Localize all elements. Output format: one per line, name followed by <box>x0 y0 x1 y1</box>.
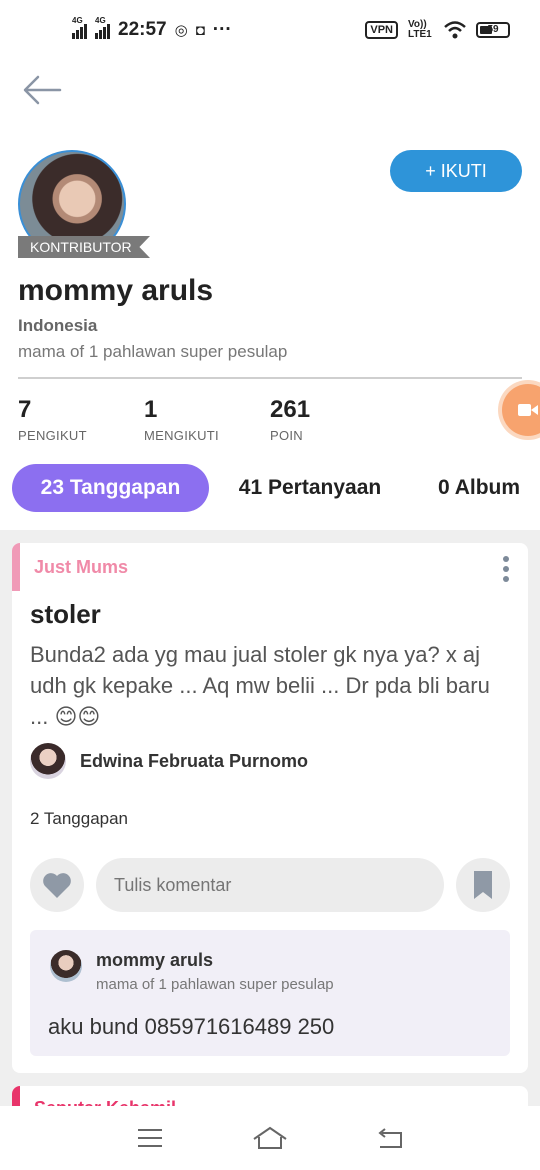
contributor-badge: KONTRIBUTOR <box>18 236 150 258</box>
profile-tabs: 23 Tanggapan 41 Pertanyaan 0 Album <box>0 464 540 516</box>
wifi-icon <box>444 21 466 39</box>
stat-following[interactable]: 1 MENGIKUTI <box>144 396 219 443</box>
stat-points: 261 POIN <box>270 396 310 443</box>
video-camera-icon <box>518 404 538 416</box>
stat-label: MENGIKUTI <box>144 428 219 443</box>
video-call-button[interactable] <box>502 384 540 436</box>
kebab-menu-icon <box>503 556 509 582</box>
back-nav-button[interactable] <box>370 1123 410 1153</box>
latest-reply[interactable]: mommy aruls mama of 1 pahlawan super pes… <box>30 930 510 1056</box>
post-author[interactable]: Edwina Februata Purnomo <box>30 743 308 779</box>
post-body[interactable]: Bunda2 ada yg mau jual stoler gk nya ya?… <box>30 639 510 732</box>
reply-text: aku bund 085971616489 250 <box>48 1014 335 1039</box>
arrow-left-icon <box>23 75 62 105</box>
reply-avatar <box>50 950 82 982</box>
menu-icon <box>138 1129 162 1147</box>
reply-author-name: mommy aruls <box>96 950 214 970</box>
profile-avatar-block: KONTRIBUTOR <box>18 150 150 258</box>
vpn-badge: VPN <box>365 21 398 39</box>
category-accent-bar <box>12 543 20 591</box>
like-button[interactable] <box>30 858 84 912</box>
stat-followers[interactable]: 7 PENGIKUT <box>18 396 87 443</box>
instagram-icon: ◘ <box>195 21 205 39</box>
bookmark-button[interactable] <box>456 858 510 912</box>
stat-label: POIN <box>270 428 303 443</box>
signal-icon-2: 4G <box>95 17 110 39</box>
more-notifications: ··· <box>212 19 232 40</box>
back-icon <box>378 1128 402 1148</box>
author-name: Edwina Februata Purnomo <box>80 750 309 771</box>
post-title[interactable]: stoler <box>30 599 101 630</box>
profile-name: mommy aruls <box>18 274 214 307</box>
status-right: VPN Vo)) LTE1 59 <box>365 20 510 40</box>
follow-button[interactable]: + IKUTI <box>390 150 522 192</box>
system-nav-bar <box>0 1106 540 1170</box>
reply-count[interactable]: 2 Tanggapan <box>30 809 128 829</box>
home-button[interactable] <box>250 1123 290 1153</box>
home-icon <box>253 1126 287 1149</box>
status-bar: 4G 4G 22:57 ◎ ◘ ··· VPN Vo)) LTE1 59 <box>0 0 540 60</box>
clock: 22:57 <box>118 19 167 40</box>
comment-input[interactable] <box>96 858 444 912</box>
stat-value: 1 <box>144 396 158 423</box>
stat-value: 7 <box>18 396 32 423</box>
stat-label: PENGIKUT <box>18 428 87 443</box>
profile-country: Indonesia <box>18 316 98 335</box>
divider <box>18 377 522 379</box>
tab-responses[interactable]: 23 Tanggapan <box>12 464 209 512</box>
stat-value: 261 <box>270 396 311 423</box>
tab-questions[interactable]: 41 Pertanyaan <box>222 464 398 512</box>
heart-icon <box>43 873 71 898</box>
whatsapp-icon: ◎ <box>174 22 188 39</box>
author-avatar <box>30 743 66 779</box>
menu-button[interactable] <box>130 1123 170 1153</box>
status-left: 4G 4G 22:57 ◎ ◘ ··· <box>72 17 232 41</box>
volte-label: Vo)) LTE1 <box>408 19 432 40</box>
post-category[interactable]: Just Mums <box>34 557 128 578</box>
profile-bio: mama of 1 pahlawan super pesulap <box>18 342 288 361</box>
reply-author-bio: mama of 1 pahlawan super pesulap <box>96 976 334 993</box>
tab-album[interactable]: 0 Album <box>426 464 532 512</box>
post-card[interactable]: Just Mums stoler Bunda2 ada yg mau jual … <box>12 543 528 1073</box>
signal-icon-1: 4G <box>72 17 87 39</box>
battery-icon: 59 <box>476 22 510 38</box>
more-options-button[interactable] <box>496 555 516 583</box>
back-button[interactable] <box>22 72 62 108</box>
bookmark-icon <box>474 871 492 899</box>
